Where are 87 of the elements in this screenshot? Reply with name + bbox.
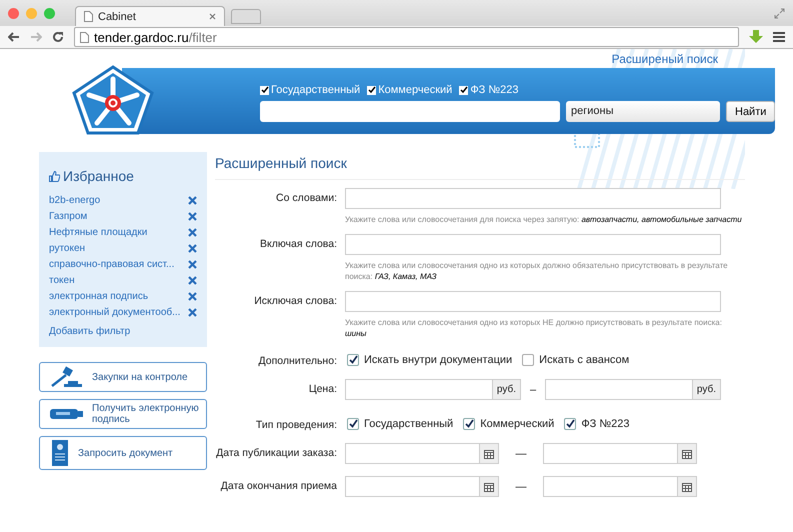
page-icon	[84, 11, 93, 22]
range-dash: —	[514, 480, 528, 492]
form-title: Расширенный поиск	[215, 152, 745, 180]
remove-icon[interactable]	[188, 276, 197, 284]
close-icon[interactable]	[209, 13, 216, 20]
favorite-link[interactable]: рутокен	[49, 242, 86, 254]
date-field[interactable]	[345, 476, 499, 497]
thumbs-up-icon	[49, 170, 60, 182]
sidebar-action-button[interactable]: Закупки на контроле	[39, 362, 207, 392]
field-label: Включая слова:	[259, 237, 337, 252]
field-label: Исключая слова:	[253, 294, 337, 309]
favorite-link[interactable]: b2b-energo	[49, 194, 100, 206]
text-field[interactable]	[345, 188, 721, 209]
gavel-icon	[50, 366, 84, 388]
remove-icon[interactable]	[188, 228, 197, 236]
checkbox[interactable]	[347, 354, 359, 366]
back-icon[interactable]	[8, 32, 20, 42]
currency-addon: руб.	[492, 380, 520, 399]
price-field[interactable]: руб.	[545, 379, 721, 400]
favorite-link[interactable]: электронная подпись	[49, 290, 148, 302]
remove-icon[interactable]	[188, 260, 197, 268]
checkbox-label: Государственный	[271, 84, 360, 96]
checkbox-label: ФЗ №223	[581, 418, 630, 430]
checkbox[interactable]	[367, 86, 376, 94]
close-window-icon[interactable]	[8, 8, 19, 18]
hint-text: Укажите слова или словосочетания одно из которых НЕ должно присутствовать в результате поиска: шины	[345, 317, 723, 339]
remove-icon[interactable]	[188, 196, 197, 204]
date-field[interactable]	[345, 443, 499, 464]
favorites-title: Избранное	[63, 168, 134, 184]
calendar-icon[interactable]	[682, 448, 692, 458]
checkbox-label: Искать с авансом	[539, 354, 630, 366]
checkbox-label: ФЗ №223	[470, 84, 519, 96]
field-label: Дата публикации заказа:	[215, 446, 337, 461]
checkbox[interactable]	[260, 86, 269, 94]
usb-key-icon	[50, 408, 84, 420]
document-icon	[50, 440, 70, 466]
sidebar-action-button[interactable]: Получить электронную подпись	[39, 399, 207, 429]
calendar-icon[interactable]	[484, 448, 494, 458]
remove-icon[interactable]	[188, 292, 197, 300]
checkbox-label: Искать внутри документации	[364, 354, 512, 366]
checkbox[interactable]	[459, 86, 468, 94]
text-field[interactable]	[345, 291, 721, 312]
checkbox-label: Коммерческий	[378, 84, 452, 96]
browser-tab[interactable]: Cabinet	[75, 6, 225, 26]
date-field[interactable]	[543, 443, 697, 464]
sidebar-action-button[interactable]: Запросить документ	[39, 436, 207, 470]
range-dash: –	[528, 384, 538, 396]
field-label: Со словами:	[275, 191, 337, 206]
range-dash: —	[514, 448, 528, 460]
checkbox[interactable]	[522, 354, 534, 366]
fullscreen-icon[interactable]	[774, 8, 785, 18]
remove-icon[interactable]	[188, 244, 197, 252]
favorite-link[interactable]: Газпром	[49, 210, 88, 222]
field-label: Дополнительно:	[258, 354, 337, 367]
favorite-link[interactable]: справочно-правовая сист...	[49, 258, 174, 270]
remove-icon[interactable]	[188, 212, 197, 220]
search-button[interactable]: Найти	[726, 101, 776, 122]
field-label: Тип проведения:	[254, 418, 337, 431]
hint-text: Укажите слова или словосочетания одно из которых должно обязательно присутствовать в результате поиска: ГАЗ, Камаз, МАЗ	[345, 260, 729, 282]
checkbox[interactable]	[463, 418, 476, 430]
checkbox-label: Государственный	[364, 418, 454, 430]
remove-icon[interactable]	[188, 308, 197, 316]
field-label: Цена:	[308, 382, 337, 397]
search-field[interactable]	[260, 101, 560, 122]
calendar-icon[interactable]	[484, 482, 494, 492]
tab-title: Cabinet	[98, 10, 137, 22]
text-field[interactable]	[345, 234, 721, 255]
add-filter-link[interactable]: Добавить фильтр	[49, 326, 197, 337]
menu-icon[interactable]	[773, 32, 785, 42]
calendar-icon[interactable]	[682, 482, 692, 492]
checkbox-label: Коммерческий	[480, 418, 554, 430]
page-icon	[80, 32, 89, 42]
advanced-search-link[interactable]: Расширеный поиск	[612, 52, 718, 66]
hint-text: Укажите слова или словосочетания для поиска через запятую: автозапчасти, автомобильные запчасти	[345, 214, 743, 225]
favorite-link[interactable]: токен	[49, 274, 75, 286]
favorite-link[interactable]: Нефтяные площадки	[49, 226, 148, 238]
region-select[interactable]: регионы	[566, 101, 720, 122]
price-field[interactable]: руб.	[345, 379, 521, 400]
checkbox[interactable]	[347, 418, 359, 430]
field-label: Дата окончания приема	[220, 479, 337, 494]
address-bar[interactable]: tender.gardoc.ru/filter	[74, 27, 739, 47]
url-text: tender.gardoc.ru/filter	[94, 30, 217, 44]
checkbox[interactable]	[564, 418, 576, 430]
reload-icon[interactable]	[52, 31, 64, 43]
favorite-link[interactable]: электронный документооб...	[49, 306, 180, 318]
date-field[interactable]	[543, 476, 697, 497]
currency-addon: руб.	[692, 380, 720, 399]
